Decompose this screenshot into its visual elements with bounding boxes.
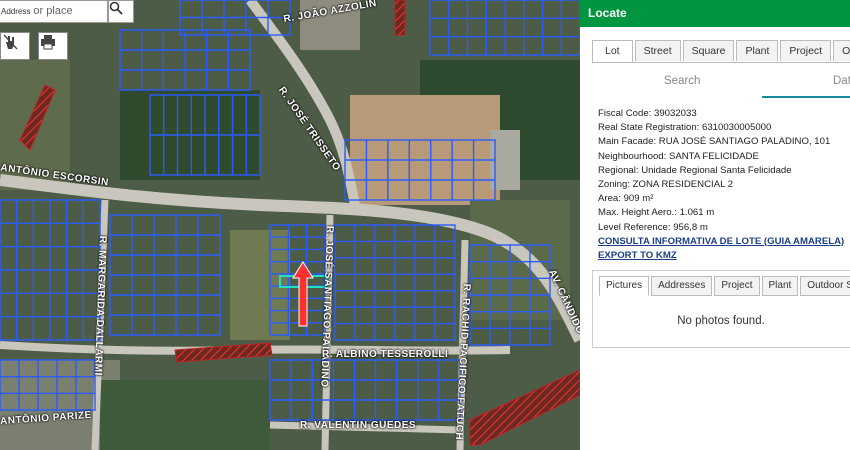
subtab-search[interactable]: Search <box>664 66 700 96</box>
search-input-placeholder: or place <box>33 5 73 17</box>
tabs-divider <box>592 62 850 63</box>
neighbourhood: Neighbourhood: SANTA FELICIDADE <box>598 150 759 162</box>
subtab-data[interactable]: Dat <box>833 66 850 96</box>
touch-hand-icon <box>3 34 18 50</box>
search-input-value: Address <box>1 7 31 16</box>
max-height-aero: Max. Height Aero.: 1.061 m <box>598 207 715 219</box>
consulta-informativa-link[interactable]: CONSULTA INFORMATIVA DE LOTE (GUIA AMARE… <box>598 236 844 247</box>
map-canvas[interactable] <box>0 0 580 450</box>
lot-details: Fiscal Code: 39032033 Real State Registr… <box>598 107 850 263</box>
area: Area: 909 m² <box>598 193 654 205</box>
map-search-button[interactable] <box>108 0 134 23</box>
lot-subtabs: Search Dat <box>592 66 850 98</box>
tab-street[interactable]: Street <box>634 40 681 61</box>
search-icon <box>109 1 123 15</box>
tab-media-project[interactable]: Project <box>714 276 760 296</box>
locate-tabs: Lot Street Square Plant Project Out <box>592 40 850 63</box>
panel-title: Locate <box>580 0 850 27</box>
touch-tool-button[interactable] <box>0 32 30 60</box>
media-box: Pictures Addresses Project Plant Outdoor… <box>592 270 850 348</box>
real-state-registration: Real State Registration: 6310030005000 <box>598 122 772 134</box>
map-search-input[interactable]: Address or place <box>0 0 108 23</box>
tab-square[interactable]: Square <box>682 40 735 61</box>
level-reference: Level Reference: 956,8 m <box>598 221 708 233</box>
tab-plant[interactable]: Plant <box>736 40 779 61</box>
tab-lot[interactable]: Lot <box>592 40 633 63</box>
locate-panel: Locate Lot Street Square Plant Project O… <box>580 0 850 450</box>
regional: Regional: Unidade Regional Santa Felicid… <box>598 164 792 176</box>
tab-media-plant[interactable]: Plant <box>761 276 799 296</box>
fiscal-code: Fiscal Code: 39032033 <box>598 108 697 119</box>
media-tabs: Pictures Addresses Project Plant Outdoor… <box>599 276 850 296</box>
road-label-albino-tesserolli: R. ALBINO TESSEROLLI <box>322 349 449 360</box>
tab-outdoor[interactable]: Outdoor S <box>800 276 850 296</box>
printer-icon <box>41 35 55 50</box>
tab-pictures[interactable]: Pictures <box>599 276 650 296</box>
subtab-active-indicator <box>762 96 850 98</box>
tab-project[interactable]: Project <box>780 40 832 61</box>
road-label-valentin-guedes: R. VALENTIN GUEDES <box>300 420 417 431</box>
no-photos-message: No photos found. <box>677 315 765 327</box>
tab-out[interactable]: Out <box>833 40 850 61</box>
main-facade: Main Facade: RUA JOSÉ SANTIAGO PALADINO,… <box>598 136 831 148</box>
print-button[interactable] <box>38 32 68 60</box>
tab-addresses[interactable]: Addresses <box>651 276 713 296</box>
export-kmz-link[interactable]: EXPORT TO KMZ <box>598 250 677 261</box>
zoning: Zoning: ZONA RESIDENCIAL 2 <box>598 179 734 191</box>
map-view[interactable]: R. JOÃO AZZOLIN R. JOSÉ TRISSETO ANTÔNIO… <box>0 0 580 450</box>
